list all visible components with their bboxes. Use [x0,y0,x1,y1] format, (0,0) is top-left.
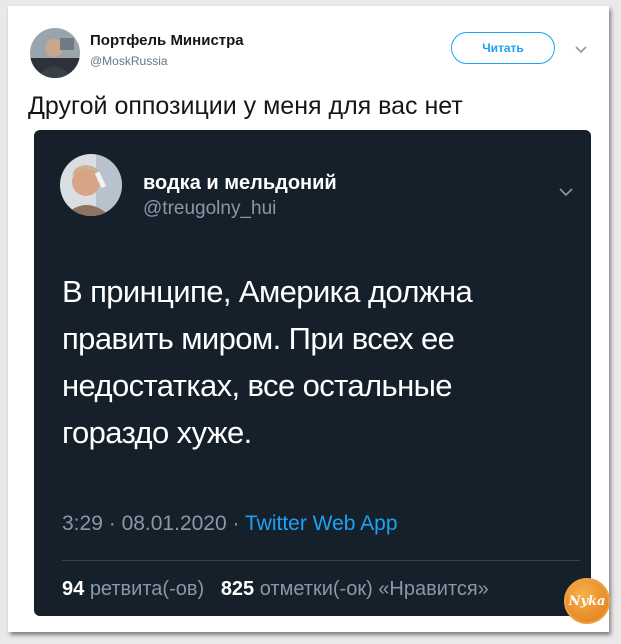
inner-author-avatar [60,154,122,216]
like-count: 825 [220,578,255,600]
chevron-down-icon[interactable] [574,42,588,54]
engagement-stats: 94 ретвита(-ов) 825 отметки(-ок) «Нравит… [62,578,489,601]
like-label: отметки(-ок) «Нравится» [259,578,489,600]
inner-author-handle: @treugolny_hui [143,198,277,219]
divider [62,560,580,561]
quoted-tweet-screenshot: водка и мельдоний @treugolny_hui В принц… [34,130,591,616]
quoted-tweet-text: В принципе, Америка должна править миром… [62,274,473,450]
meta-separator: · [108,512,116,535]
outer-author-name[interactable]: Портфель Министра [90,32,244,49]
retweet-count: 94 [62,578,85,600]
watermark-logo: Nyka [564,578,610,624]
retweet-label: ретвита(-ов) [89,578,205,600]
outer-author-handle[interactable]: @MoskRussia [90,54,168,68]
tweet-timestamp: 3:29 · 08.01.2020 · Twitter Web App [62,512,398,536]
watermark-text: Nyka [568,593,606,609]
source-app-link: Twitter Web App [244,512,398,535]
follow-button[interactable]: Читать [451,32,555,64]
outer-tweet-text: Другой оппозиции у меня для вас нет [28,92,463,120]
inner-author-name: водка и мельдоний [143,172,337,194]
chevron-down-icon [558,184,574,197]
tweet-date: 08.01.2020 [121,512,227,535]
tweet-time: 3:29 [62,512,103,535]
meta-separator: · [232,512,240,535]
tweet-card: Портфель Министра @MoskRussia Читать Дру… [8,6,609,632]
outer-author-avatar[interactable] [30,28,80,78]
